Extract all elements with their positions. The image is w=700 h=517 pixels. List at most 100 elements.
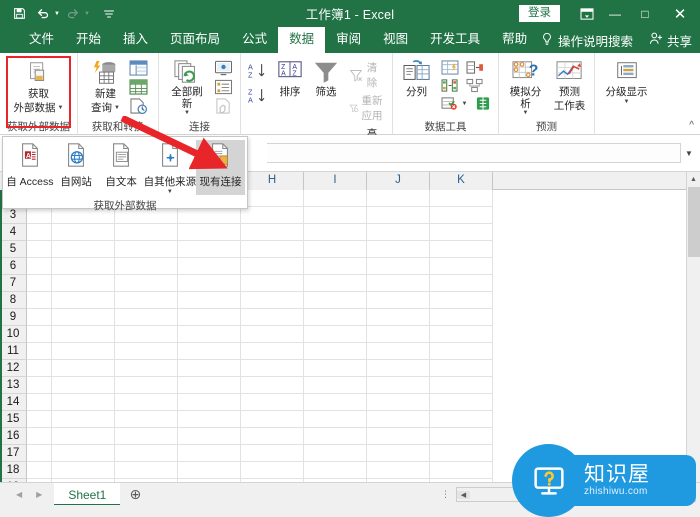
grid-cell-F15[interactable]	[115, 411, 178, 428]
menu-item-from-other-sources[interactable]: 自其他来源 ▼	[144, 140, 196, 195]
grid-cell[interactable]	[27, 394, 52, 411]
grid-cell-I12[interactable]	[304, 360, 367, 377]
grid-cell-K7[interactable]	[430, 275, 493, 292]
manage-data-model-button[interactable]	[472, 95, 494, 112]
tab-home[interactable]: 开始	[65, 27, 112, 53]
grid-cell-H6[interactable]	[241, 258, 304, 275]
share-button[interactable]: 共享	[635, 31, 692, 50]
row-header-17[interactable]: 17	[0, 445, 27, 462]
properties-button[interactable]	[212, 78, 235, 96]
grid-cell-G11[interactable]	[178, 343, 241, 360]
tab-file[interactable]: 文件	[18, 27, 65, 53]
grid-cell-G15[interactable]	[178, 411, 241, 428]
grid-cell-K6[interactable]	[430, 258, 493, 275]
grid-cell-J7[interactable]	[367, 275, 430, 292]
row-header-14[interactable]: 14	[0, 394, 27, 411]
grid-cell-E9[interactable]	[52, 309, 115, 326]
grid-cell-K16[interactable]	[430, 428, 493, 445]
grid-cell-E4[interactable]	[52, 224, 115, 241]
grid-cell-H18[interactable]	[241, 462, 304, 479]
column-header-H[interactable]: H	[241, 172, 304, 190]
relationships-button[interactable]	[464, 77, 486, 94]
grid-cell-K10[interactable]	[430, 326, 493, 343]
formula-input[interactable]	[267, 143, 681, 163]
grid-cell-F5[interactable]	[115, 241, 178, 258]
grid-cell-E6[interactable]	[52, 258, 115, 275]
grid-cell-G10[interactable]	[178, 326, 241, 343]
outline-caret-icon[interactable]: ▼	[624, 99, 630, 105]
grid-cell-K15[interactable]	[430, 411, 493, 428]
grid-cell-I3[interactable]	[304, 207, 367, 224]
grid-cell-J13[interactable]	[367, 377, 430, 394]
grid-cell-J15[interactable]	[367, 411, 430, 428]
grid-cell-I9[interactable]	[304, 309, 367, 326]
data-validation-caret-icon[interactable]: ▼	[462, 101, 468, 107]
grid-cell-I17[interactable]	[304, 445, 367, 462]
grid-cell-F13[interactable]	[115, 377, 178, 394]
grid-cell[interactable]	[27, 343, 52, 360]
next-sheet-arrow-icon[interactable]: ▶	[36, 490, 42, 499]
grid-cell-K4[interactable]	[430, 224, 493, 241]
grid-cell-H16[interactable]	[241, 428, 304, 445]
tab-developer[interactable]: 开发工具	[419, 27, 491, 53]
tab-page-layout[interactable]: 页面布局	[159, 27, 231, 53]
grid-cell[interactable]	[27, 462, 52, 479]
row-header-7[interactable]: 7	[0, 275, 27, 292]
formula-bar-expand-icon[interactable]: ▼	[681, 149, 697, 158]
scroll-up-arrow-icon[interactable]: ▲	[687, 172, 700, 186]
grid-cell-I4[interactable]	[304, 224, 367, 241]
menu-item-from-access[interactable]: A 自 Access	[6, 140, 54, 189]
grid-cell-J8[interactable]	[367, 292, 430, 309]
grid-cell-I16[interactable]	[304, 428, 367, 445]
grid-cell-I2[interactable]	[304, 190, 367, 207]
grid-cell-I11[interactable]	[304, 343, 367, 360]
grid-cell-K5[interactable]	[430, 241, 493, 258]
grid-cell-G7[interactable]	[178, 275, 241, 292]
data-validation-button[interactable]	[439, 77, 461, 94]
from-table-button[interactable]	[127, 78, 150, 96]
grid-cell-H15[interactable]	[241, 411, 304, 428]
grid-cell-E17[interactable]	[52, 445, 115, 462]
grid-cell-H17[interactable]	[241, 445, 304, 462]
grid-cell-H2[interactable]	[241, 190, 304, 207]
grid-cell-F14[interactable]	[115, 394, 178, 411]
grid-cell-I15[interactable]	[304, 411, 367, 428]
row-header-18[interactable]: 18	[0, 462, 27, 479]
grid-cell-F8[interactable]	[115, 292, 178, 309]
tell-me-search[interactable]: 操作说明搜索	[541, 31, 633, 50]
ribbon-display-options-icon[interactable]	[574, 0, 600, 27]
grid-cells[interactable]	[27, 190, 700, 482]
grid-cell-G13[interactable]	[178, 377, 241, 394]
grid-cell-H12[interactable]	[241, 360, 304, 377]
grid-cell[interactable]	[27, 292, 52, 309]
grid-cell-F17[interactable]	[115, 445, 178, 462]
grid-cell-J11[interactable]	[367, 343, 430, 360]
grid-cell-J4[interactable]	[367, 224, 430, 241]
row-header-12[interactable]: 12	[0, 360, 27, 377]
vertical-scrollbar[interactable]: ▲ ▼	[686, 172, 700, 482]
row-header-13[interactable]: 13	[0, 377, 27, 394]
grid-cell-J9[interactable]	[367, 309, 430, 326]
row-header-4[interactable]: 4	[0, 224, 27, 241]
what-if-analysis-button[interactable]: ? 模拟分析 ▼	[504, 56, 548, 116]
refresh-all-caret-icon[interactable]: ▼	[184, 110, 190, 116]
tab-help[interactable]: 帮助	[491, 27, 538, 53]
grid-cell-G12[interactable]	[178, 360, 241, 377]
grid-cell-G8[interactable]	[178, 292, 241, 309]
get-external-data-caret-icon[interactable]: ▼	[58, 105, 64, 111]
grid-cell-G9[interactable]	[178, 309, 241, 326]
tab-review[interactable]: 审阅	[325, 27, 372, 53]
grid-cell[interactable]	[27, 224, 52, 241]
grid-cell-I8[interactable]	[304, 292, 367, 309]
sort-button[interactable]: Z A A Z 排序	[272, 56, 308, 99]
filter-button[interactable]: 筛选	[308, 56, 344, 99]
sign-in-button[interactable]: 登录	[519, 5, 560, 22]
grid-cell-H9[interactable]	[241, 309, 304, 326]
grid-cell-E13[interactable]	[52, 377, 115, 394]
grid-cell-H14[interactable]	[241, 394, 304, 411]
grid-cell-K2[interactable]	[430, 190, 493, 207]
row-header-16[interactable]: 16	[0, 428, 27, 445]
grid-cell-H3[interactable]	[241, 207, 304, 224]
grid-cell-H13[interactable]	[241, 377, 304, 394]
grid-cell-E18[interactable]	[52, 462, 115, 479]
